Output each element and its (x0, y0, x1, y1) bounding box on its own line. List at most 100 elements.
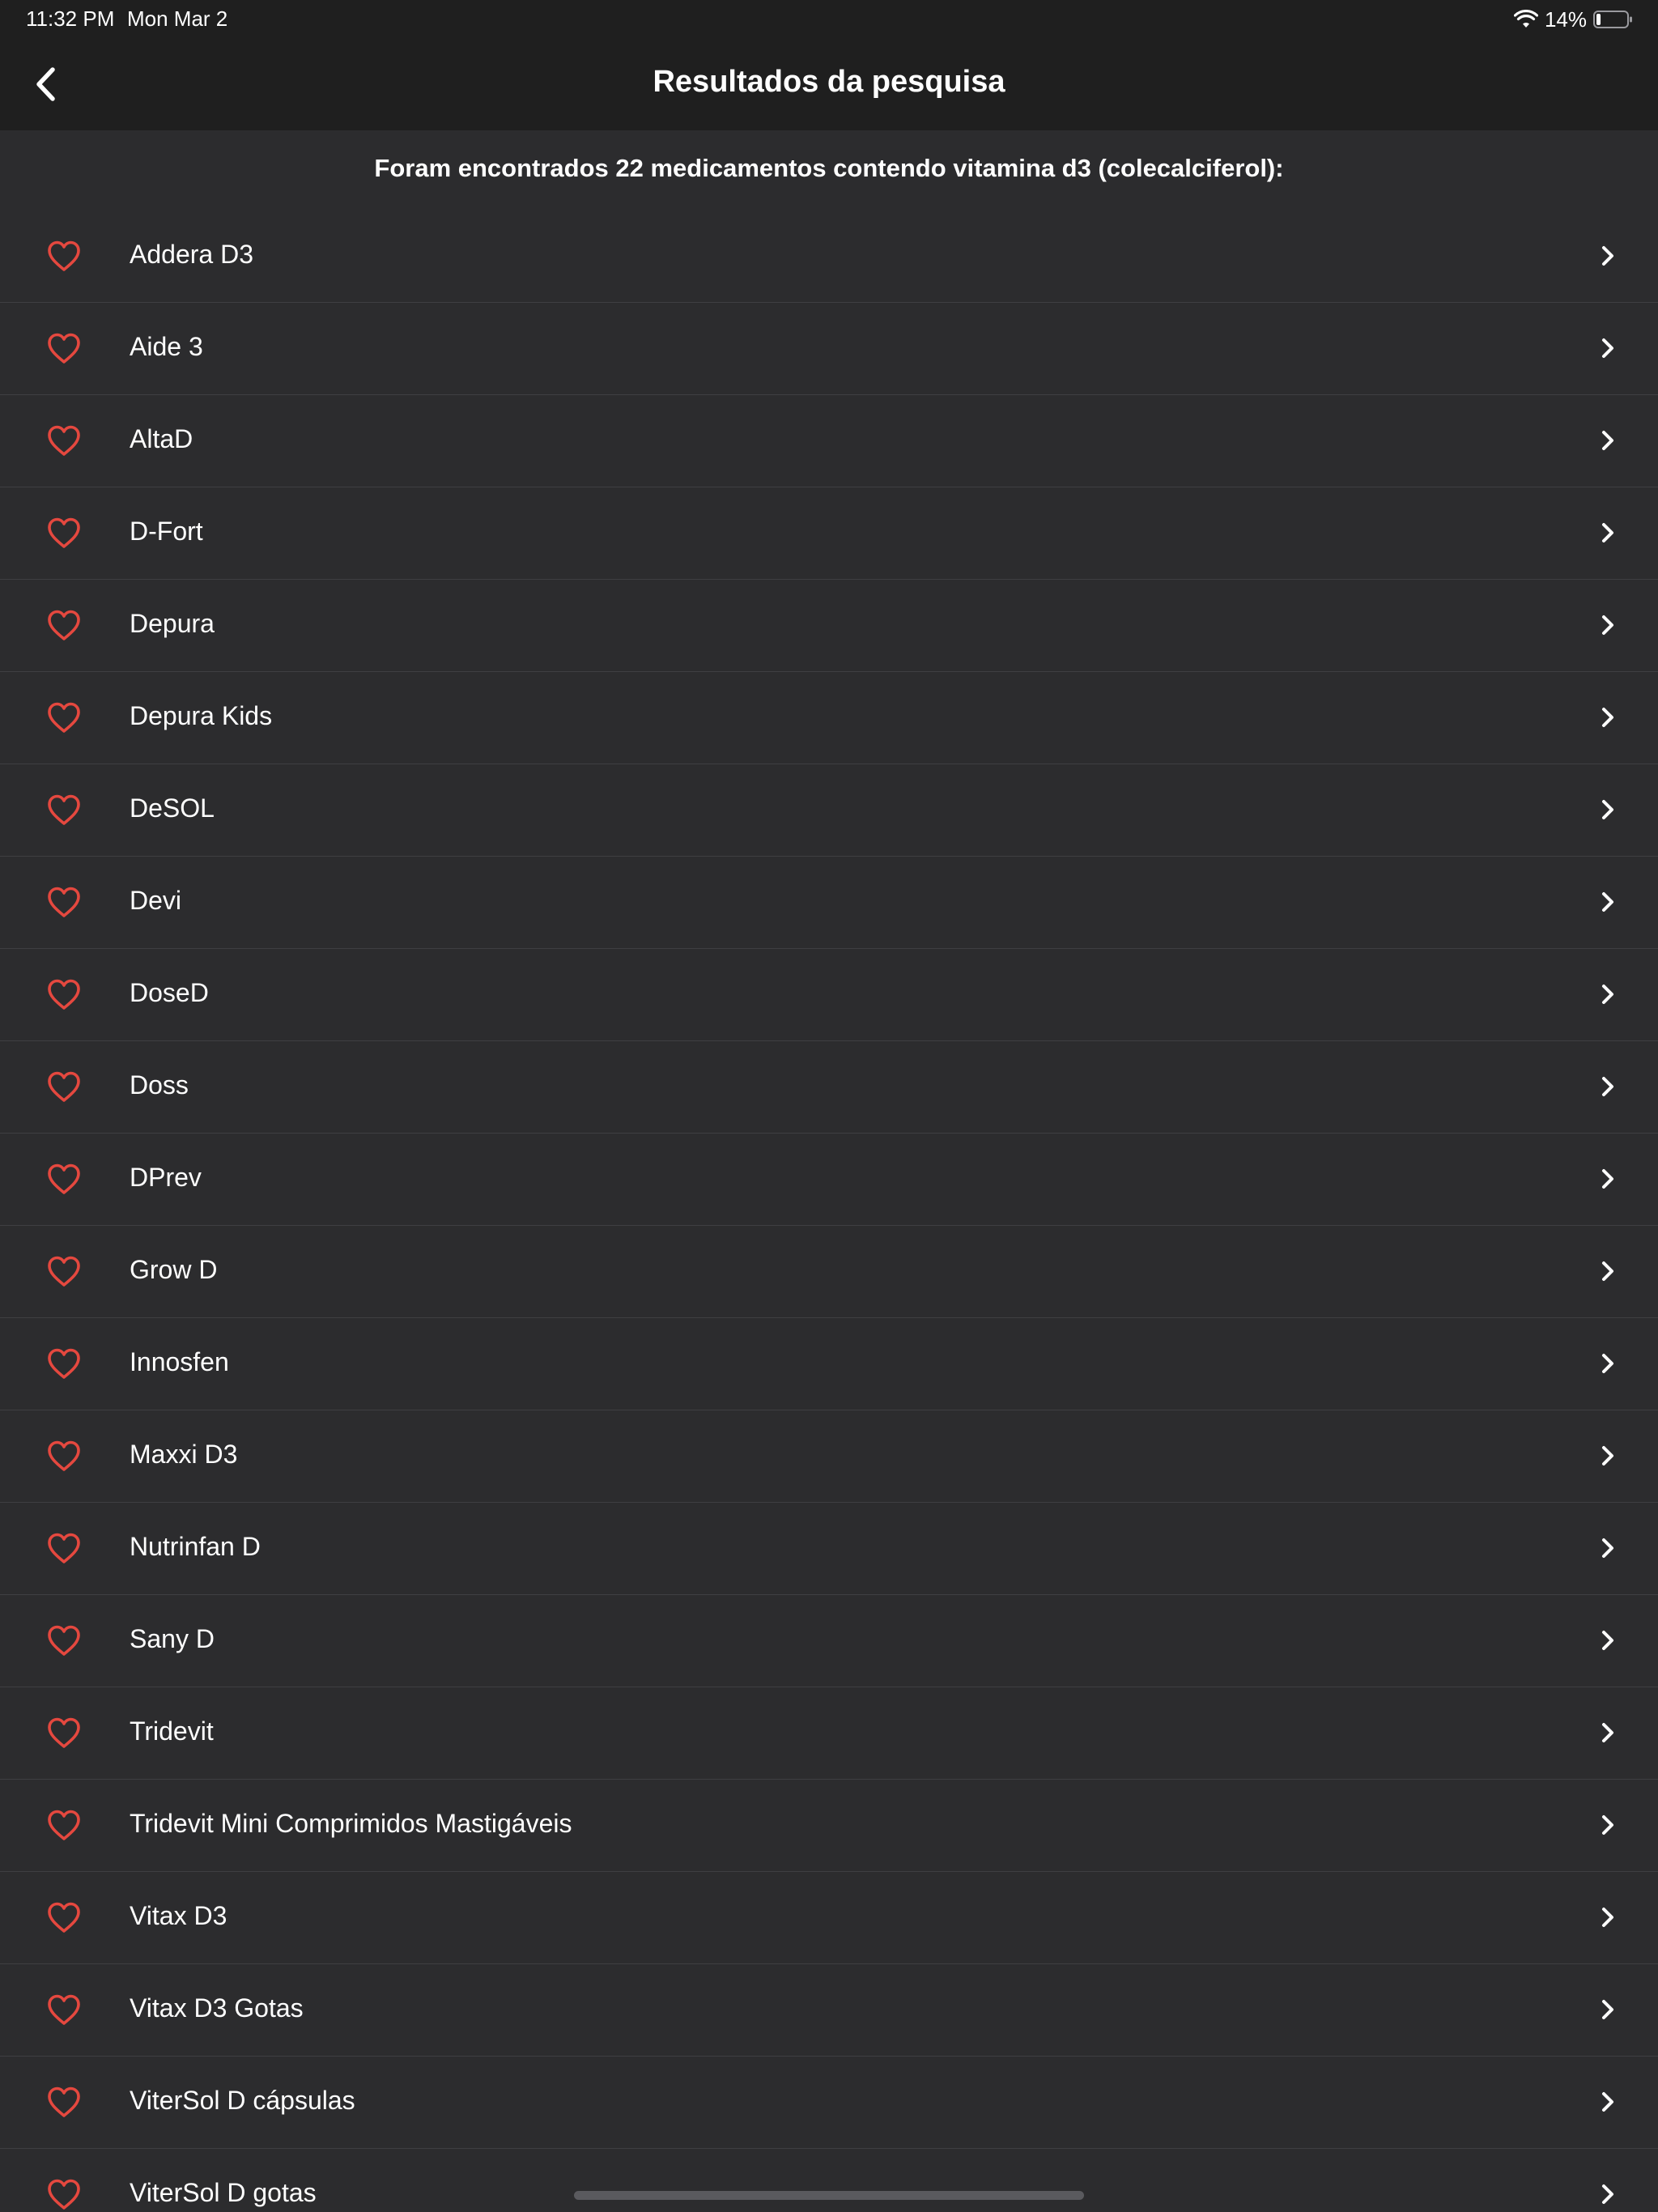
list-item[interactable]: Vitax D3 Gotas (0, 1964, 1658, 2057)
chevron-right-icon (1600, 982, 1616, 1006)
heart-icon[interactable] (47, 424, 81, 457)
list-item-label: Grow D (130, 1255, 218, 1284)
chevron-right-icon (1600, 1536, 1616, 1560)
list-item[interactable]: AltaD (0, 395, 1658, 487)
list-item-label: DeSOL (130, 793, 215, 823)
list-item[interactable]: D-Fort (0, 487, 1658, 580)
chevron-right-icon (1600, 2090, 1616, 2114)
list-item[interactable]: Nutrinfan D (0, 1503, 1658, 1595)
chevron-right-icon (1600, 705, 1616, 730)
list-item[interactable]: Maxxi D3 (0, 1410, 1658, 1503)
chevron-right-icon (1600, 244, 1616, 268)
list-item[interactable]: Tridevit Mini Comprimidos Mastigáveis (0, 1780, 1658, 1872)
battery-percent: 14% (1544, 6, 1587, 32)
status-bar: 11:32 PM Mon Mar 2 14% (0, 0, 1658, 37)
heart-icon[interactable] (47, 1255, 81, 1287)
list-item-label: DoseD (130, 978, 209, 1007)
list-item-label: Addera D3 (130, 240, 253, 269)
screen: 11:32 PM Mon Mar 2 14% Resultados da pes… (0, 0, 1658, 2212)
list-item[interactable]: DPrev (0, 1134, 1658, 1226)
list-item-label: Depura (130, 609, 215, 638)
list-item-label: Vitax D3 Gotas (130, 1993, 304, 2023)
heart-icon[interactable] (47, 1163, 81, 1195)
chevron-right-icon (1600, 1905, 1616, 1929)
heart-icon[interactable] (47, 1809, 81, 1841)
status-time: 11:32 PM (26, 6, 115, 31)
heart-icon[interactable] (47, 1993, 81, 2026)
list-item-label: AltaD (130, 424, 193, 453)
chevron-right-icon (1600, 1351, 1616, 1376)
chevron-right-icon (1600, 336, 1616, 360)
heart-icon[interactable] (47, 240, 81, 272)
chevron-right-icon (1600, 1721, 1616, 1745)
heart-icon[interactable] (47, 1070, 81, 1103)
results-summary: Foram encontrados 22 medicamentos conten… (374, 154, 1284, 182)
heart-icon[interactable] (47, 978, 81, 1010)
chevron-right-icon (1600, 2182, 1616, 2206)
wifi-icon (1513, 10, 1538, 29)
list-item-label: Tridevit Mini Comprimidos Mastigáveis (130, 1809, 572, 1838)
heart-icon[interactable] (47, 1440, 81, 1472)
list-item[interactable]: Vitax D3 (0, 1872, 1658, 1964)
list-item-label: DPrev (130, 1163, 202, 1192)
list-item[interactable]: Innosfen (0, 1318, 1658, 1410)
list-item-label: D-Fort (130, 517, 203, 546)
list-item[interactable]: Grow D (0, 1226, 1658, 1318)
list-item-label: Innosfen (130, 1347, 229, 1376)
list-item[interactable]: Depura (0, 580, 1658, 672)
list-item[interactable]: Tridevit (0, 1687, 1658, 1780)
chevron-right-icon (1600, 428, 1616, 453)
list-item-label: Aide 3 (130, 332, 203, 361)
chevron-right-icon (1600, 1167, 1616, 1191)
heart-icon[interactable] (47, 701, 81, 734)
page-title: Resultados da pesquisa (653, 65, 1005, 99)
list-item[interactable]: DeSOL (0, 764, 1658, 857)
list-item-label: Sany D (130, 1624, 215, 1653)
home-indicator[interactable] (574, 2191, 1084, 2200)
chevron-right-icon (1600, 798, 1616, 822)
heart-icon[interactable] (47, 1716, 81, 1749)
heart-icon[interactable] (47, 2178, 81, 2210)
list-item[interactable]: Devi (0, 857, 1658, 949)
list-item[interactable]: Aide 3 (0, 303, 1658, 395)
heart-icon[interactable] (47, 1624, 81, 1657)
status-indicators: 14% (1513, 6, 1634, 32)
list-item-label: Devi (130, 886, 182, 915)
heart-icon[interactable] (47, 886, 81, 918)
chevron-right-icon (1600, 1628, 1616, 1653)
list-item-label: ViterSol D gotas (130, 2178, 317, 2207)
list-item[interactable]: Sany D (0, 1595, 1658, 1687)
heart-icon[interactable] (47, 1532, 81, 1564)
list-item[interactable]: ViterSol D cápsulas (0, 2057, 1658, 2149)
chevron-right-icon (1600, 1074, 1616, 1099)
heart-icon[interactable] (47, 2086, 81, 2118)
chevron-right-icon (1600, 613, 1616, 637)
heart-icon[interactable] (47, 517, 81, 549)
chevron-right-icon (1600, 890, 1616, 914)
list-item[interactable]: Depura Kids (0, 672, 1658, 764)
heart-icon[interactable] (47, 1901, 81, 1933)
chevron-right-icon (1600, 521, 1616, 545)
chevron-right-icon (1600, 1813, 1616, 1837)
list-item-label: Maxxi D3 (130, 1440, 238, 1469)
list-item[interactable]: DoseD (0, 949, 1658, 1041)
chevron-right-icon (1600, 1444, 1616, 1468)
chevron-right-icon (1600, 1997, 1616, 2022)
list-item[interactable]: Doss (0, 1041, 1658, 1134)
list-item-label: Doss (130, 1070, 189, 1100)
list-item-label: Tridevit (130, 1716, 214, 1746)
list-item-label: Nutrinfan D (130, 1532, 261, 1561)
list-item-label: ViterSol D cápsulas (130, 2086, 355, 2115)
list-item-label: Depura Kids (130, 701, 273, 730)
heart-icon[interactable] (47, 1347, 81, 1380)
navigation-bar: Resultados da pesquisa (0, 37, 1658, 130)
status-date: Mon Mar 2 (127, 6, 228, 31)
results-list: Addera D3 Aide 3 AltaD D-Fort Depura Depura K… (0, 211, 1658, 2212)
chevron-right-icon (1600, 1259, 1616, 1283)
list-item[interactable]: ViterSol D gotas (0, 2149, 1658, 2212)
heart-icon[interactable] (47, 332, 81, 364)
list-item-label: Vitax D3 (130, 1901, 227, 1930)
heart-icon[interactable] (47, 793, 81, 826)
heart-icon[interactable] (47, 609, 81, 641)
list-item[interactable]: Addera D3 (0, 211, 1658, 303)
